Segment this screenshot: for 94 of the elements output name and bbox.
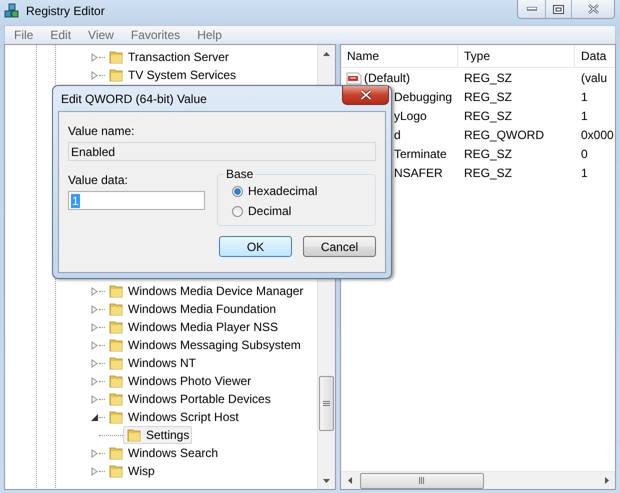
menu-item[interactable]: Favorites <box>124 28 186 42</box>
folder-icon <box>126 427 142 443</box>
close-icon <box>360 90 372 100</box>
dialog-button[interactable]: OK <box>219 236 292 257</box>
value-type: REG_SZ <box>464 108 512 122</box>
expand-arrow-icon[interactable] <box>90 394 99 404</box>
minimize-icon <box>526 7 536 11</box>
right-arrow-icon <box>604 477 608 484</box>
close-icon <box>588 4 598 14</box>
menu-item[interactable]: File <box>8 28 40 42</box>
folder-icon <box>108 445 124 461</box>
value-data: 1 <box>581 166 588 180</box>
tree-item[interactable]: Windows Script Host <box>105 408 242 426</box>
minimize-button[interactable] <box>518 0 545 18</box>
radio-button[interactable] <box>232 206 243 216</box>
folder-icon <box>108 49 124 65</box>
folder-icon <box>108 373 124 389</box>
menu-item[interactable]: Help <box>191 28 228 42</box>
value-data: 0x000 <box>581 128 614 142</box>
tree-item[interactable]: Windows Media Device Manager <box>105 282 306 300</box>
value-type: REG_SZ <box>464 70 512 84</box>
expand-arrow-icon[interactable] <box>90 52 99 62</box>
value-name: yLogo <box>394 108 427 122</box>
value-type: REG_SZ <box>464 146 512 160</box>
expand-arrow-icon[interactable] <box>90 358 99 368</box>
tree-item[interactable]: Windows NT <box>105 354 200 372</box>
cubes-icon <box>4 3 20 19</box>
value-name: (Default) <box>364 70 410 84</box>
up-arrow-icon <box>323 52 330 56</box>
close-button[interactable] <box>342 86 389 105</box>
radio-label[interactable]: Decimal <box>248 204 292 218</box>
folder-icon <box>108 463 124 479</box>
tree-item[interactable]: Windows Portable Devices <box>105 390 274 408</box>
down-arrow-icon <box>323 478 330 482</box>
tree-item[interactable]: Windows Media Foundation <box>105 300 280 318</box>
expand-arrow-icon[interactable] <box>90 448 99 458</box>
group-label: Base <box>225 167 254 181</box>
value-data: 1 <box>581 108 588 122</box>
value-name: NSAFER <box>394 166 443 180</box>
value-name: Debugging <box>394 90 452 104</box>
field-label: Value name: <box>68 124 136 138</box>
column-header[interactable]: Type <box>458 45 575 67</box>
folder-icon <box>108 337 124 353</box>
expand-arrow-icon[interactable] <box>90 304 99 314</box>
left-arrow-icon <box>348 477 352 484</box>
scrollbar-thumb[interactable] <box>360 472 484 488</box>
column-header[interactable]: Data <box>575 45 615 67</box>
grip-icon <box>419 477 425 484</box>
value-data: (valu <box>581 70 608 84</box>
value-name: d <box>394 128 401 142</box>
tree-item[interactable]: Windows Search <box>105 444 222 462</box>
expand-arrow-icon[interactable] <box>90 322 99 332</box>
folder-icon <box>108 409 124 425</box>
maximize-icon <box>553 4 564 14</box>
expand-arrow-icon[interactable] <box>90 376 99 386</box>
folder-icon <box>108 391 124 407</box>
folder-icon <box>108 67 124 83</box>
window-title: Registry Editor <box>26 4 105 18</box>
value-data: 0 <box>581 146 588 160</box>
grip-icon <box>323 400 330 406</box>
expand-arrow-icon[interactable] <box>90 286 99 296</box>
radio-button[interactable] <box>232 186 243 196</box>
tree-item[interactable]: Settings <box>123 426 192 444</box>
expand-arrow-icon[interactable] <box>90 340 99 350</box>
folder-icon <box>108 355 124 371</box>
scrollbar-thumb[interactable] <box>319 376 334 431</box>
expand-arrow-icon[interactable] <box>90 70 99 80</box>
value-name: Terminate <box>394 146 447 160</box>
menu-item[interactable]: Edit <box>44 28 78 42</box>
tree-item[interactable]: TV System Services <box>105 66 240 84</box>
value-type: REG_QWORD <box>464 128 544 142</box>
column-header[interactable]: Name <box>341 45 458 67</box>
value-data: 1 <box>581 90 588 104</box>
menu-item[interactable]: View <box>82 28 120 42</box>
tree-item[interactable]: Windows Messaging Subsystem <box>105 336 304 354</box>
dialog-title: Edit QWORD (64-bit) Value <box>61 92 207 106</box>
maximize-button[interactable] <box>545 0 571 18</box>
collapse-arrow-icon[interactable] <box>90 412 99 422</box>
dialog-button[interactable]: Cancel <box>303 236 376 257</box>
string-value-icon <box>346 70 362 84</box>
folder-icon <box>108 283 124 299</box>
folder-icon <box>108 319 124 335</box>
tree-item[interactable]: Wisp <box>105 462 158 480</box>
radio-label[interactable]: Hexadecimal <box>248 184 318 198</box>
value-type: REG_SZ <box>464 166 512 180</box>
tree-item[interactable]: Windows Photo Viewer <box>105 372 254 390</box>
value-name-field[interactable]: Enabled <box>68 142 376 161</box>
tree-item[interactable]: Transaction Server <box>105 48 232 66</box>
folder-icon <box>108 301 124 317</box>
close-button[interactable] <box>571 0 614 18</box>
expand-arrow-icon[interactable] <box>90 466 99 476</box>
tree-item[interactable]: Windows Media Player NSS <box>105 318 282 336</box>
value-type: REG_SZ <box>464 90 512 104</box>
field-label: Value data: <box>68 173 129 187</box>
